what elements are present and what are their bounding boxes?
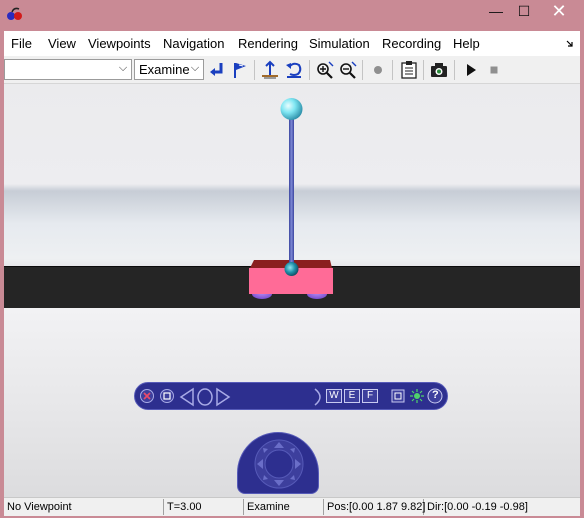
toolbar-separator	[423, 60, 424, 80]
app-logo-icon	[7, 7, 22, 20]
stop-icon[interactable]	[484, 60, 504, 80]
status-viewpoint: No Viewpoint	[4, 499, 164, 515]
flag-icon[interactable]	[230, 60, 250, 80]
minimize-navigator-icon[interactable]	[159, 388, 175, 404]
menu-recording[interactable]: Recording	[382, 36, 441, 51]
play-icon[interactable]	[461, 60, 481, 80]
menu-navigation[interactable]: Navigation	[163, 36, 224, 51]
status-direction: Dir:[0.00 -0.19 -0.98]	[427, 501, 528, 513]
fit-view-icon[interactable]	[390, 388, 406, 404]
menu-simulation[interactable]: Simulation	[309, 36, 370, 51]
menu-bar: File View Viewpoints Navigation Renderin…	[4, 31, 580, 56]
navigation-panel: ?	[134, 382, 448, 410]
toolbar-separator	[309, 60, 310, 80]
zoom-out-icon[interactable]	[338, 60, 358, 80]
zoom-in-icon[interactable]	[315, 60, 335, 80]
pendulum-ball	[280, 98, 303, 120]
chevron-down-icon[interactable]: ⌵	[117, 62, 129, 77]
help-label: ?	[432, 389, 439, 401]
status-position: Pos:[0.00 1.87 9.82]	[324, 499, 425, 515]
walk-mode-button[interactable]: W	[326, 389, 342, 403]
direction-pad-icon[interactable]	[238, 433, 320, 495]
toolbar-separator	[392, 60, 393, 80]
pivot-joint	[284, 262, 299, 276]
app-window: — ☐ ✕ File View Viewpoints Navigation Re…	[0, 0, 584, 518]
navigation-mode-select[interactable]: Examine ⌵	[134, 59, 204, 80]
maximize-button[interactable]: ☐	[510, 0, 538, 24]
navigation-dome[interactable]	[237, 432, 319, 494]
status-time: T=3.00	[164, 499, 244, 515]
rotate-left-right-icon[interactable]	[179, 387, 231, 407]
viewpoint-select[interactable]: ⌵	[4, 59, 132, 80]
reset-view-icon[interactable]	[284, 60, 304, 80]
navigation-mode-value: Examine	[139, 62, 190, 77]
clipboard-icon[interactable]	[399, 60, 419, 80]
pendulum-pole	[289, 114, 294, 269]
menu-view[interactable]: View	[48, 36, 76, 51]
status-mode: Examine	[244, 499, 324, 515]
menu-viewpoints[interactable]: Viewpoints	[88, 36, 151, 51]
toolbar-separator	[362, 60, 363, 80]
camera-icon[interactable]	[429, 60, 449, 80]
title-bar[interactable]: — ☐ ✕	[0, 0, 584, 30]
chevron-down-icon[interactable]: ⌵	[189, 62, 201, 77]
close-button[interactable]: ✕	[538, 0, 580, 24]
menu-corner-arrow-icon[interactable]	[566, 40, 574, 48]
fly-mode-button[interactable]: F	[362, 389, 378, 403]
toolbar: ⌵ Examine ⌵	[4, 56, 580, 84]
headlight-icon[interactable]	[409, 388, 425, 404]
menu-file[interactable]: File	[11, 36, 32, 51]
minimize-button[interactable]: —	[482, 0, 510, 24]
examine-mode-button[interactable]: E	[344, 389, 360, 403]
toolbar-separator	[454, 60, 455, 80]
status-bar: No Viewpoint T=3.00 Examine Pos:[0.00 1.…	[4, 497, 580, 516]
return-viewpoint-icon[interactable]	[207, 60, 227, 80]
close-navigator-icon[interactable]	[139, 388, 155, 404]
toolbar-separator	[254, 60, 255, 80]
straighten-up-icon[interactable]	[260, 60, 280, 80]
menu-help[interactable]: Help	[453, 36, 480, 51]
menu-rendering[interactable]: Rendering	[238, 36, 298, 51]
record-dot-icon[interactable]	[368, 60, 388, 80]
